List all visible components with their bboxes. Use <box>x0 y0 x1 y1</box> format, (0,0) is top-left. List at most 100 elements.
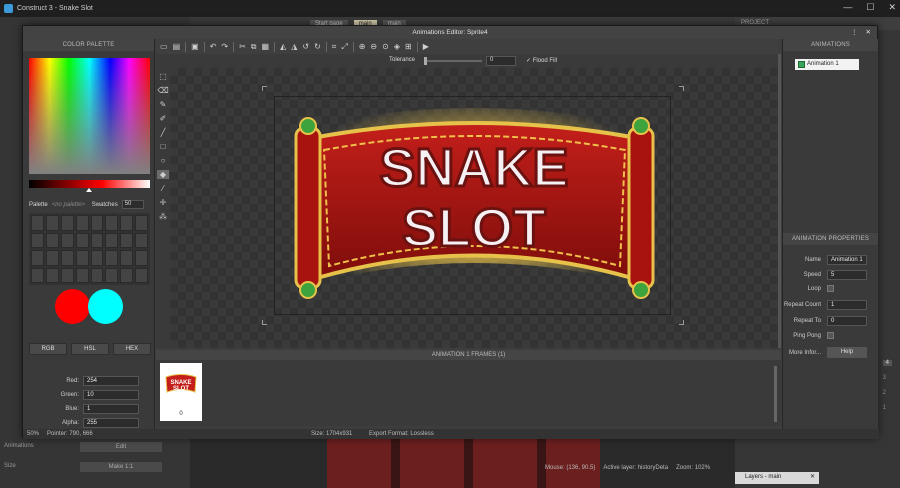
repeat-count-input[interactable]: 1 <box>827 300 867 310</box>
hue-slider-marker-icon[interactable] <box>86 188 92 192</box>
swatch-cell[interactable] <box>45 267 59 283</box>
redo-icon[interactable]: ↷ <box>221 42 228 51</box>
swatch-cell[interactable] <box>105 232 119 248</box>
more-options-icon[interactable]: ⋮ <box>851 26 858 39</box>
minimize-icon[interactable]: — <box>843 2 852 13</box>
swatch-cell[interactable] <box>135 250 148 266</box>
loop-checkbox[interactable] <box>827 285 834 292</box>
close-tab-icon[interactable]: ✕ <box>810 473 815 480</box>
red-input[interactable]: 254 <box>83 376 139 386</box>
swatch-cell[interactable] <box>45 250 59 266</box>
swatch-cell[interactable] <box>60 267 74 283</box>
primary-color-swatch[interactable] <box>55 289 90 324</box>
swatch-cell[interactable] <box>45 232 59 248</box>
flip-horizontal-icon[interactable]: ◭ <box>280 42 286 51</box>
ellipse-icon[interactable]: ○ <box>161 156 166 165</box>
eraser-icon[interactable]: ⌫ <box>157 86 168 95</box>
resize-icon[interactable]: ⤢ <box>341 42 347 52</box>
swatch-cell[interactable] <box>120 215 134 231</box>
maximize-icon[interactable]: ☐ <box>866 2 874 13</box>
layer-number[interactable]: 3 <box>883 375 892 381</box>
canvas-scrollbar[interactable] <box>778 54 781 348</box>
green-input[interactable]: 10 <box>83 390 139 400</box>
flip-vertical-icon[interactable]: ◮ <box>291 42 297 51</box>
swatch-cell[interactable] <box>105 267 119 283</box>
tolerance-slider-knob[interactable] <box>424 57 427 65</box>
swatch-cell[interactable] <box>90 232 104 248</box>
swatch-cell[interactable] <box>31 267 44 283</box>
repeat-to-input[interactable]: 0 <box>827 316 867 326</box>
tolerance-input[interactable]: 0 <box>486 56 516 66</box>
animations-edit-button[interactable]: Edit <box>80 442 162 452</box>
resize-handle[interactable] <box>262 320 267 325</box>
swatch-cell[interactable] <box>90 250 104 266</box>
rotate-ccw-icon[interactable]: ↺ <box>302 42 309 51</box>
zoom-fit-icon[interactable]: ⊙ <box>382 42 389 51</box>
name-input[interactable]: Animation 1 <box>827 255 867 265</box>
make-1-1-button[interactable]: Make 1:1 <box>80 462 162 472</box>
swatch-cell[interactable] <box>60 215 74 231</box>
hue-slider-track[interactable] <box>29 180 150 188</box>
color-spectrum-picker[interactable] <box>29 58 150 174</box>
dialog-close-icon[interactable]: ✕ <box>866 26 871 39</box>
rotate-cw-icon[interactable]: ↻ <box>314 42 321 51</box>
layers-icon[interactable]: ◈ <box>394 42 400 51</box>
close-icon[interactable]: ✕ <box>888 2 896 13</box>
save-icon[interactable]: ▣ <box>191 42 199 51</box>
swatch-cell[interactable] <box>75 267 89 283</box>
zoom-out-icon[interactable]: ⊖ <box>370 42 377 51</box>
copy-icon[interactable]: ⧉ <box>251 42 257 52</box>
layers-main-tab[interactable]: Layers - main ✕ <box>735 472 819 484</box>
rectangle-icon[interactable]: □ <box>161 142 166 151</box>
grid-icon[interactable]: ⊞ <box>405 42 412 51</box>
undo-icon[interactable]: ↶ <box>210 42 217 51</box>
swatch-cell[interactable] <box>60 250 74 266</box>
rgb-mode-button[interactable]: RGB <box>29 343 67 355</box>
resize-handle[interactable] <box>679 86 684 91</box>
ping-pong-checkbox[interactable] <box>827 332 834 339</box>
resize-handle[interactable] <box>262 86 267 91</box>
swatch-cell[interactable] <box>60 232 74 248</box>
swatch-cell[interactable] <box>105 215 119 231</box>
layer-number[interactable]: 2 <box>883 390 892 396</box>
paste-icon[interactable]: ▦ <box>262 42 270 51</box>
swatch-cell[interactable] <box>31 250 44 266</box>
swatches-input[interactable]: 50 <box>121 200 144 209</box>
pencil-icon[interactable]: ✎ <box>160 100 167 109</box>
blue-input[interactable]: 1 <box>83 404 139 414</box>
swatch-cell[interactable] <box>45 215 59 231</box>
brush-icon[interactable]: ✐ <box>160 114 167 123</box>
swatch-cell[interactable] <box>75 250 89 266</box>
swatch-cell[interactable] <box>135 267 148 283</box>
select-rect-icon[interactable]: ⬚ <box>159 72 167 81</box>
swatch-cell[interactable] <box>120 232 134 248</box>
alpha-input[interactable]: 255 <box>83 418 139 428</box>
layer-number[interactable]: 4 <box>882 360 892 366</box>
swatch-cell[interactable] <box>105 250 119 266</box>
speed-input[interactable]: 5 <box>827 270 867 280</box>
layer-number[interactable]: 1 <box>883 405 892 411</box>
swatch-cell[interactable] <box>135 215 148 231</box>
secondary-color-swatch[interactable] <box>88 289 123 324</box>
tolerance-slider[interactable] <box>424 57 482 65</box>
crop-icon[interactable]: ⌗ <box>332 42 337 52</box>
swatch-grid[interactable] <box>29 213 150 285</box>
open-icon[interactable]: ▤ <box>173 42 181 51</box>
swatch-cell[interactable] <box>135 232 148 248</box>
hsl-mode-button[interactable]: HSL <box>71 343 109 355</box>
swatch-cell[interactable] <box>75 232 89 248</box>
palette-select[interactable]: <no palette> <box>52 202 88 208</box>
swatch-cell[interactable] <box>31 215 44 231</box>
zoom-in-icon[interactable]: ⊕ <box>359 42 366 51</box>
swatch-cell[interactable] <box>120 250 134 266</box>
color-picker-icon[interactable]: ⁄ <box>162 184 163 193</box>
play-icon[interactable]: ▶ <box>423 42 429 51</box>
help-button[interactable]: Help <box>827 347 867 358</box>
resize-handle[interactable] <box>679 320 684 325</box>
line-icon[interactable]: ╱ <box>161 128 166 137</box>
cut-icon[interactable]: ✂ <box>239 42 246 51</box>
swatch-cell[interactable] <box>120 267 134 283</box>
swatch-cell[interactable] <box>90 267 104 283</box>
fill-icon[interactable]: ◆ <box>157 170 169 179</box>
swatch-cell[interactable] <box>90 215 104 231</box>
